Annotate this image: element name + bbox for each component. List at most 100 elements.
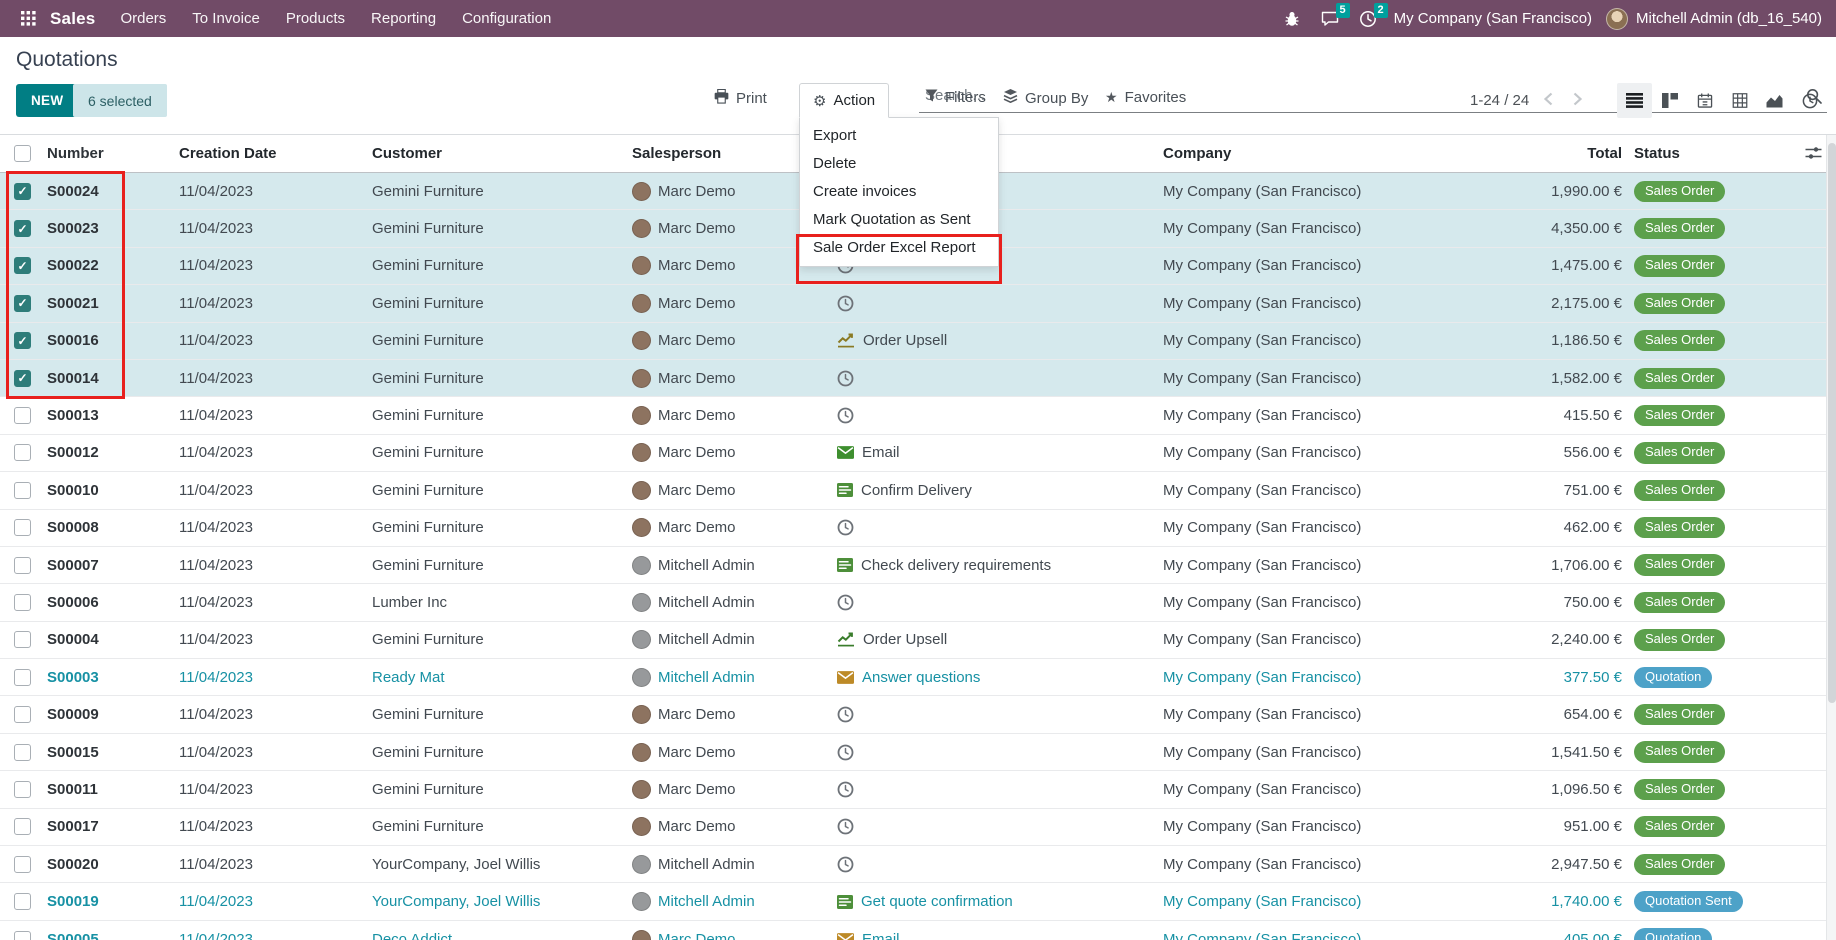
pager-next-button[interactable] — [1568, 92, 1587, 109]
activities-clock-icon[interactable]: 2 — [1356, 7, 1380, 31]
table-row[interactable]: S00015 11/04/2023 Gemini Furniture Marc … — [0, 734, 1836, 771]
app-name[interactable]: Sales — [50, 9, 95, 29]
table-row[interactable]: S00008 11/04/2023 Gemini Furniture Marc … — [0, 510, 1836, 547]
table-row[interactable]: S00006 11/04/2023 Lumber Inc Mitchell Ad… — [0, 584, 1836, 621]
row-checkbox[interactable] — [14, 856, 31, 873]
table-row[interactable]: S00010 11/04/2023 Gemini Furniture Marc … — [0, 472, 1836, 509]
activity-cell[interactable] — [837, 594, 1163, 611]
filters-button[interactable]: Filters — [925, 89, 986, 106]
activity-cell[interactable] — [837, 295, 1163, 312]
view-pivot-button[interactable] — [1722, 83, 1757, 118]
action-menu-button[interactable]: ⚙ Action — [799, 83, 889, 118]
activity-cell[interactable] — [837, 856, 1163, 873]
row-checkbox[interactable] — [14, 931, 31, 940]
new-button[interactable]: NEW — [16, 84, 78, 117]
row-checkbox[interactable] — [14, 482, 31, 499]
activity-cell[interactable]: Get quote confirmation — [837, 893, 1163, 910]
row-checkbox[interactable] — [14, 220, 31, 237]
row-checkbox[interactable] — [14, 631, 31, 648]
row-checkbox[interactable] — [14, 407, 31, 424]
table-row[interactable]: S00021 11/04/2023 Gemini Furniture Marc … — [0, 285, 1836, 322]
activity-cell[interactable]: Confirm Delivery — [837, 482, 1163, 499]
apps-grid-icon[interactable] — [14, 0, 42, 37]
row-checkbox[interactable] — [14, 744, 31, 761]
row-checkbox[interactable] — [14, 519, 31, 536]
menu-item-mark-quotation-as-sent[interactable]: Mark Quotation as Sent — [800, 206, 998, 234]
activity-cell[interactable]: Email — [837, 931, 1163, 940]
nav-item-reporting[interactable]: Reporting — [360, 0, 447, 37]
activity-cell[interactable] — [837, 744, 1163, 761]
table-row[interactable]: S00003 11/04/2023 Ready Mat Mitchell Adm… — [0, 659, 1836, 696]
selected-count-badge[interactable]: 6 selected — [73, 84, 167, 117]
table-row[interactable]: S00013 11/04/2023 Gemini Furniture Marc … — [0, 397, 1836, 434]
user-menu[interactable]: Mitchell Admin (db_16_540) — [1636, 10, 1822, 27]
optional-columns-icon[interactable] — [1805, 145, 1822, 164]
view-activity-button[interactable] — [1792, 83, 1827, 118]
sales-quotations-page: Sales Orders To Invoice Products Reporti… — [0, 0, 1836, 940]
table-row[interactable]: S00016 11/04/2023 Gemini Furniture Marc … — [0, 323, 1836, 360]
row-checkbox[interactable] — [14, 557, 31, 574]
column-header-creation-date[interactable]: Creation Date — [179, 145, 372, 162]
table-row[interactable]: S00014 11/04/2023 Gemini Furniture Marc … — [0, 360, 1836, 397]
column-header-number[interactable]: Number — [47, 145, 179, 162]
activity-cell[interactable] — [837, 781, 1163, 798]
view-kanban-button[interactable] — [1652, 83, 1687, 118]
menu-item-delete[interactable]: Delete — [800, 150, 998, 178]
activity-cell[interactable] — [837, 370, 1163, 387]
column-header-total[interactable]: Total — [1440, 145, 1625, 162]
activity-cell[interactable] — [837, 818, 1163, 835]
user-avatar[interactable] — [1606, 8, 1628, 30]
nav-item-configuration[interactable]: Configuration — [451, 0, 562, 37]
menu-item-create-invoices[interactable]: Create invoices — [800, 178, 998, 206]
table-row[interactable]: S00004 11/04/2023 Gemini Furniture Mitch… — [0, 622, 1836, 659]
view-list-button[interactable] — [1617, 83, 1652, 118]
row-checkbox[interactable] — [14, 706, 31, 723]
activity-cell[interactable]: Check delivery requirements — [837, 557, 1163, 574]
row-checkbox[interactable] — [14, 370, 31, 387]
activity-cell[interactable]: Email — [837, 444, 1163, 461]
row-checkbox[interactable] — [14, 893, 31, 910]
column-header-customer[interactable]: Customer — [372, 145, 632, 162]
table-row[interactable]: S00017 11/04/2023 Gemini Furniture Marc … — [0, 809, 1836, 846]
nav-item-products[interactable]: Products — [275, 0, 356, 37]
table-row[interactable]: S00019 11/04/2023 YourCompany, Joel Will… — [0, 883, 1836, 920]
favorites-button[interactable]: ★ Favorites — [1105, 89, 1186, 106]
messages-icon[interactable]: 5 — [1318, 7, 1342, 31]
column-header-company[interactable]: Company — [1163, 145, 1440, 162]
row-checkbox[interactable] — [14, 332, 31, 349]
row-checkbox[interactable] — [14, 669, 31, 686]
group-by-button[interactable]: Group By — [1003, 89, 1088, 107]
table-row[interactable]: S00020 11/04/2023 YourCompany, Joel Will… — [0, 846, 1836, 883]
table-row[interactable]: S00009 11/04/2023 Gemini Furniture Marc … — [0, 696, 1836, 733]
vertical-scrollbar[interactable] — [1826, 135, 1836, 940]
activity-cell[interactable] — [837, 407, 1163, 424]
row-checkbox[interactable] — [14, 183, 31, 200]
scrollbar-thumb[interactable] — [1828, 143, 1836, 703]
menu-item-export[interactable]: Export — [800, 122, 998, 150]
select-all-checkbox[interactable] — [14, 145, 31, 162]
menu-item-sale-order-excel-report[interactable]: Sale Order Excel Report — [800, 234, 998, 262]
company-switcher[interactable]: My Company (San Francisco) — [1394, 10, 1592, 27]
table-row[interactable]: S00012 11/04/2023 Gemini Furniture Marc … — [0, 435, 1836, 472]
activity-cell[interactable]: Order Upsell — [837, 332, 1163, 349]
print-button[interactable]: Print — [714, 89, 767, 108]
activity-cell[interactable]: Order Upsell — [837, 631, 1163, 648]
table-row[interactable]: S00011 11/04/2023 Gemini Furniture Marc … — [0, 771, 1836, 808]
debug-bug-icon[interactable] — [1280, 7, 1304, 31]
nav-item-orders[interactable]: Orders — [109, 0, 177, 37]
view-calendar-button[interactable] — [1687, 83, 1722, 118]
row-checkbox[interactable] — [14, 781, 31, 798]
pager-previous-button[interactable] — [1539, 92, 1558, 109]
row-checkbox[interactable] — [14, 295, 31, 312]
row-checkbox[interactable] — [14, 818, 31, 835]
table-row[interactable]: S00007 11/04/2023 Gemini Furniture Mitch… — [0, 547, 1836, 584]
activity-cell[interactable] — [837, 519, 1163, 536]
activity-cell[interactable] — [837, 706, 1163, 723]
row-checkbox[interactable] — [14, 594, 31, 611]
activity-cell[interactable]: Answer questions — [837, 669, 1163, 686]
nav-item-to-invoice[interactable]: To Invoice — [181, 0, 271, 37]
row-checkbox[interactable] — [14, 444, 31, 461]
row-checkbox[interactable] — [14, 257, 31, 274]
view-graph-button[interactable] — [1757, 83, 1792, 118]
table-row[interactable]: S00005 11/04/2023 Deco Addict Marc Demo … — [0, 921, 1836, 940]
